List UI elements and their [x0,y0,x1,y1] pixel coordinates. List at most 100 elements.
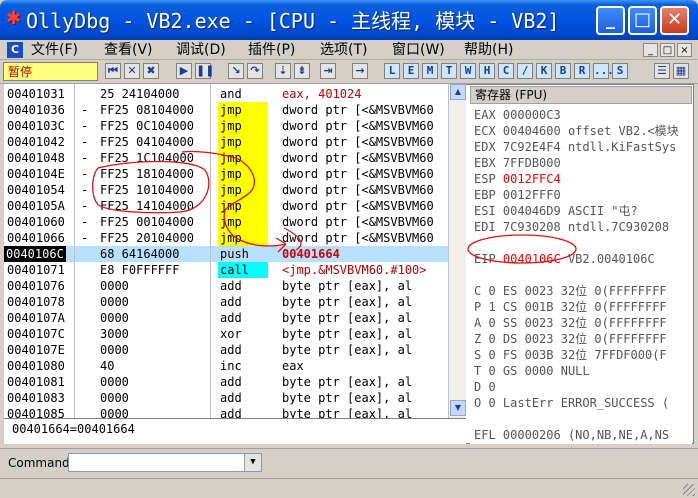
register-line[interactable]: EBP 0012FFF0 [474,187,561,203]
trace-over-icon[interactable]: ⇟ [294,63,310,79]
cpu-window-button[interactable]: C [498,63,514,79]
close-button[interactable]: ✕ [660,6,689,35]
register-line[interactable]: A 0 SS 0023 32位 0(FFFFFFFF [474,315,667,331]
row-mnemonic: jmp [218,198,268,214]
resize-grip-icon[interactable] [683,484,695,496]
menu-options[interactable]: 选项(T) [320,41,367,59]
threads-window-button[interactable]: T [441,63,457,79]
register-name: EDX [474,140,496,154]
pause-icon[interactable]: ❚❚ [195,63,214,79]
scroll-up-icon[interactable]: ▲ [450,84,466,100]
disassembly-row[interactable]: 00401078 0000 add byte ptr [eax], al [4,294,448,310]
scroll-down-icon[interactable]: ▼ [450,400,466,416]
mdi-restore-button[interactable]: □ [660,43,675,57]
register-line[interactable]: EIP 0040106C VB2.0040106C [474,251,655,267]
menu-help[interactable]: 帮助(H) [464,41,513,59]
source-window-button[interactable]: S [612,63,628,79]
register-line[interactable]: EDI 7C930208 ntdll.7C930208 [474,219,669,235]
minimize-button[interactable]: _ [596,6,625,35]
status-badge: 暂停 [3,62,98,81]
disassembly-row[interactable]: 0040107A 0000 add byte ptr [eax], al [4,310,448,326]
close-file-icon[interactable]: ✕ [124,63,140,79]
register-line[interactable]: D 0 [474,379,496,395]
step-over-icon[interactable]: ↷ [247,63,263,79]
register-line[interactable]: EFL 00000206 (NO,NB,NE,A,NS [474,427,669,443]
disassembly-row[interactable]: 00401042 - FF25 04104000 jmp dword ptr [<&MS… [4,134,448,150]
list-icon[interactable]: ☰ [654,63,670,79]
register-line[interactable]: EDX 7C92E4F4 ntdll.KiFastSys [474,139,676,155]
run-icon[interactable]: ▶ [176,63,192,79]
disassembly-row[interactable]: 0040104E - FF25 18104000 jmp dword ptr [<&MS… [4,166,448,182]
disassembly-row[interactable]: 00401085 0000 add byte ptr [eax], al [4,406,448,418]
mdi-close-button[interactable]: × [677,43,692,57]
disassembly-row[interactable]: 00401080 40 inc eax [4,358,448,374]
handles-window-button[interactable]: H [479,63,495,79]
command-input[interactable]: ▼ [68,453,262,472]
registers-pane[interactable]: EAX 000000C3 ECX 00404600 offset VB2.<模块… [470,105,692,444]
disassembly-row[interactable]: 0040107E 0000 add byte ptr [eax], al [4,342,448,358]
row-address: 0040104E [7,167,65,181]
register-line[interactable]: S 0 FS 003B 32位 7FFDF000(F [474,347,667,363]
disassembly-row[interactable]: 00401083 0000 add byte ptr [eax], al [4,390,448,406]
disassembly-row[interactable]: 00401031 25 24104000 and eax, 401024 [4,86,448,102]
menu-view[interactable]: 查看(V) [104,41,153,59]
goto-icon[interactable]: → [352,63,368,79]
register-line[interactable]: O 0 LastErr ERROR_SUCCESS ( [474,395,669,411]
register-line[interactable]: EBX 7FFDB000 [474,155,561,171]
row-address: 00401076 [7,279,65,293]
references-window-button[interactable]: R [574,63,590,79]
register-line[interactable]: P 1 CS 001B 32位 0(FFFFFFFF [474,299,667,315]
menu-debug[interactable]: 调试(D) [176,41,226,59]
disassembly-row[interactable]: 00401076 0000 add byte ptr [eax], al [4,278,448,294]
disassembly-row[interactable]: 00401054 - FF25 10104000 jmp dword ptr [<&MS… [4,182,448,198]
execute-till-return-icon[interactable]: ⇥ [320,63,336,79]
register-line[interactable]: T 0 GS 0000 NULL [474,363,590,379]
cpu-window-icon[interactable]: C [7,42,23,58]
memory-window-button[interactable]: M [422,63,438,79]
row-hex-dump: FF25 14104000 [100,199,194,213]
register-line[interactable]: ECX 00404600 offset VB2.<模块 [474,123,679,139]
log-window-button[interactable]: L [384,63,400,79]
chevron-down-icon[interactable]: ▼ [244,454,261,471]
menu-window[interactable]: 窗口(W) [392,41,445,59]
maximize-button[interactable]: □ [628,6,657,35]
windows-window-button[interactable]: W [460,63,476,79]
menu-plugins[interactable]: 插件(P) [248,41,295,59]
row-address: 00401066 [7,231,65,245]
runtrace-window-button[interactable]: ... [593,63,614,79]
disassembly-row[interactable]: 00401066 - FF25 20104000 jmp dword ptr [<&MS… [4,230,448,246]
register-line[interactable]: EAX 000000C3 [474,107,561,123]
disassembly-row[interactable]: 00401071 E8 F0FFFFFF call <jmp.&MSVBVM60.#1… [4,262,448,278]
breakpoints-window-button[interactable]: B [555,63,571,79]
disassembly-row[interactable]: 0040105A - FF25 14104000 jmp dword ptr [<&MS… [4,198,448,214]
restart-icon[interactable]: ✖ [143,63,159,79]
title-bar[interactable]: ✱ OllyDbg - VB2.exe - [CPU - 主线程, 模块 - V… [0,0,698,40]
row-address: 00401081 [7,375,65,389]
disassembly-row[interactable]: 0040103C - FF25 0C104000 jmp dword ptr [<&MS… [4,118,448,134]
mdi-minimize-button[interactable]: _ [643,43,658,57]
modules-window-button[interactable]: E [403,63,419,79]
trace-into-icon[interactable]: ⇣ [275,63,291,79]
disassembly-scrollbar[interactable]: ▲ ▼ [448,84,466,418]
register-line[interactable]: Z 0 DS 0023 32位 0(FFFFFFFF [474,331,667,347]
callstack-window-button[interactable]: K [536,63,552,79]
row-address: 00401080 [7,359,65,373]
disassembly-row[interactable]: 00401036 - FF25 08104000 jmp dword ptr [<&MS… [4,102,448,118]
disassembly-row[interactable]: 00401060 - FF25 00104000 jmp dword ptr [<&MS… [4,214,448,230]
disassembly-row[interactable]: 00401048 - FF25 1C104000 jmp dword ptr [<&MS… [4,150,448,166]
disassembly-row[interactable]: 0040106C 68 64164000 push 00401664 [4,246,448,262]
rewind-icon[interactable]: ⏮ [105,63,121,79]
register-line[interactable]: ESP 0012FFC4 [474,171,561,187]
register-line[interactable]: C 0 ES 0023 32位 0(FFFFFFFF [474,283,667,299]
registers-title[interactable]: 寄存器 (FPU) [470,86,692,104]
register-line[interactable]: ESI 004046D9 ASCII "屯? [474,203,638,219]
menu-file[interactable]: 文件(F) [31,41,78,59]
row-mnemonic: jmp [218,214,268,230]
row-address: 00401031 [7,87,65,101]
register-name: EIP [474,252,496,266]
disassembly-row[interactable]: 0040107C 3000 xor byte ptr [eax], al [4,326,448,342]
patches-window-button[interactable]: / [517,63,533,79]
step-into-icon[interactable]: ↘ [228,63,244,79]
disassembly-row[interactable]: 00401081 0000 add byte ptr [eax], al [4,374,448,390]
grid-icon[interactable]: ▦ [673,63,689,79]
